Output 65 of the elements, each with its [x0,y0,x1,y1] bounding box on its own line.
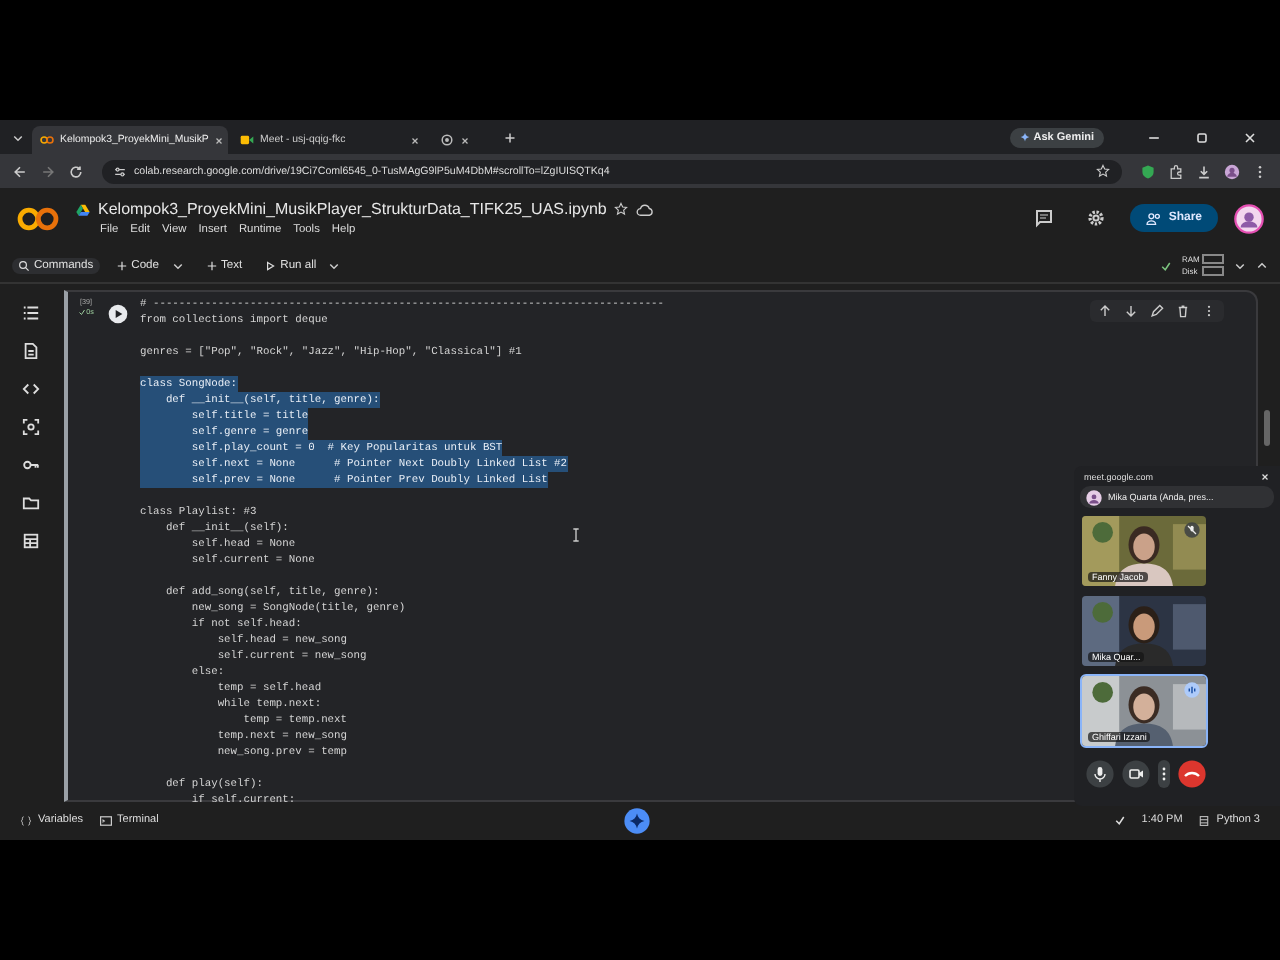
code-icon[interactable] [21,380,39,398]
collapse-icon[interactable] [1256,259,1268,271]
star-icon[interactable] [1096,164,1110,178]
settings-icon[interactable] [1086,208,1107,228]
colab-logo-icon [40,134,54,146]
move-up-icon[interactable] [1098,304,1112,318]
variables-icon[interactable] [21,418,39,436]
check-icon [1113,814,1126,826]
server-icon [1198,815,1211,825]
notebook-title[interactable]: Kelompok3_ProyekMini_MusikPlayer_StrukturData_TIFK25_UAS.ipynb [98,200,607,218]
forward-icon[interactable] [40,163,56,179]
shield-icon[interactable] [1140,163,1156,179]
scrollbar-thumb[interactable] [1264,410,1270,446]
end-call-button[interactable] [1178,760,1206,788]
close-icon[interactable] [1242,129,1258,145]
plus-icon [205,259,217,271]
move-down-icon[interactable] [1124,304,1138,318]
sparkle-icon [1019,132,1030,142]
check-icon [78,308,87,316]
delete-icon[interactable] [1176,304,1190,318]
close-icon[interactable] [214,135,225,145]
caret-icon[interactable] [12,131,24,143]
document-icon[interactable] [21,342,39,360]
braces-icon [20,815,32,825]
download-icon[interactable] [1196,163,1212,179]
table-icon[interactable] [21,532,39,550]
check-icon [1160,259,1172,271]
comment-icon[interactable] [1034,208,1055,228]
table-of-contents-icon[interactable] [21,304,39,322]
edit-icon[interactable] [1150,304,1164,318]
site-settings-icon[interactable] [114,165,126,177]
avatar-icon [1086,489,1102,505]
back-icon[interactable] [12,163,28,179]
play-icon [264,259,277,271]
caret-icon[interactable] [1234,259,1246,271]
microphone-icon[interactable] [1086,760,1114,788]
text-cursor-icon [572,528,580,542]
caret-icon[interactable] [328,259,341,271]
plus-icon [115,259,128,271]
avatar-icon[interactable] [1234,203,1264,233]
reload-icon[interactable] [68,163,84,179]
speaking-icon [1184,682,1200,698]
cloud-icon[interactable] [636,203,655,215]
more-icon[interactable] [1158,760,1170,788]
run-cell-button[interactable] [108,304,128,324]
video-camera-icon [240,134,254,146]
folder-icon[interactable] [21,494,39,512]
restore-icon[interactable] [1194,129,1210,145]
close-icon[interactable] [460,135,470,145]
people-icon [1146,211,1163,225]
search-icon [18,259,30,271]
star-icon[interactable] [614,202,629,216]
close-icon[interactable] [1260,471,1270,481]
avatar-icon[interactable] [1224,163,1240,179]
colab-logo-icon[interactable] [16,205,60,231]
terminal-icon [99,815,112,825]
new-tab-icon[interactable] [504,131,516,143]
extensions-icon[interactable] [1168,163,1184,179]
key-icon[interactable] [21,456,39,474]
camera-icon[interactable] [1122,760,1150,788]
target-icon [440,134,454,146]
close-icon[interactable] [410,135,420,145]
gemini-icon[interactable] [623,807,650,833]
caret-icon[interactable] [171,259,183,271]
drive-icon[interactable] [76,203,90,215]
